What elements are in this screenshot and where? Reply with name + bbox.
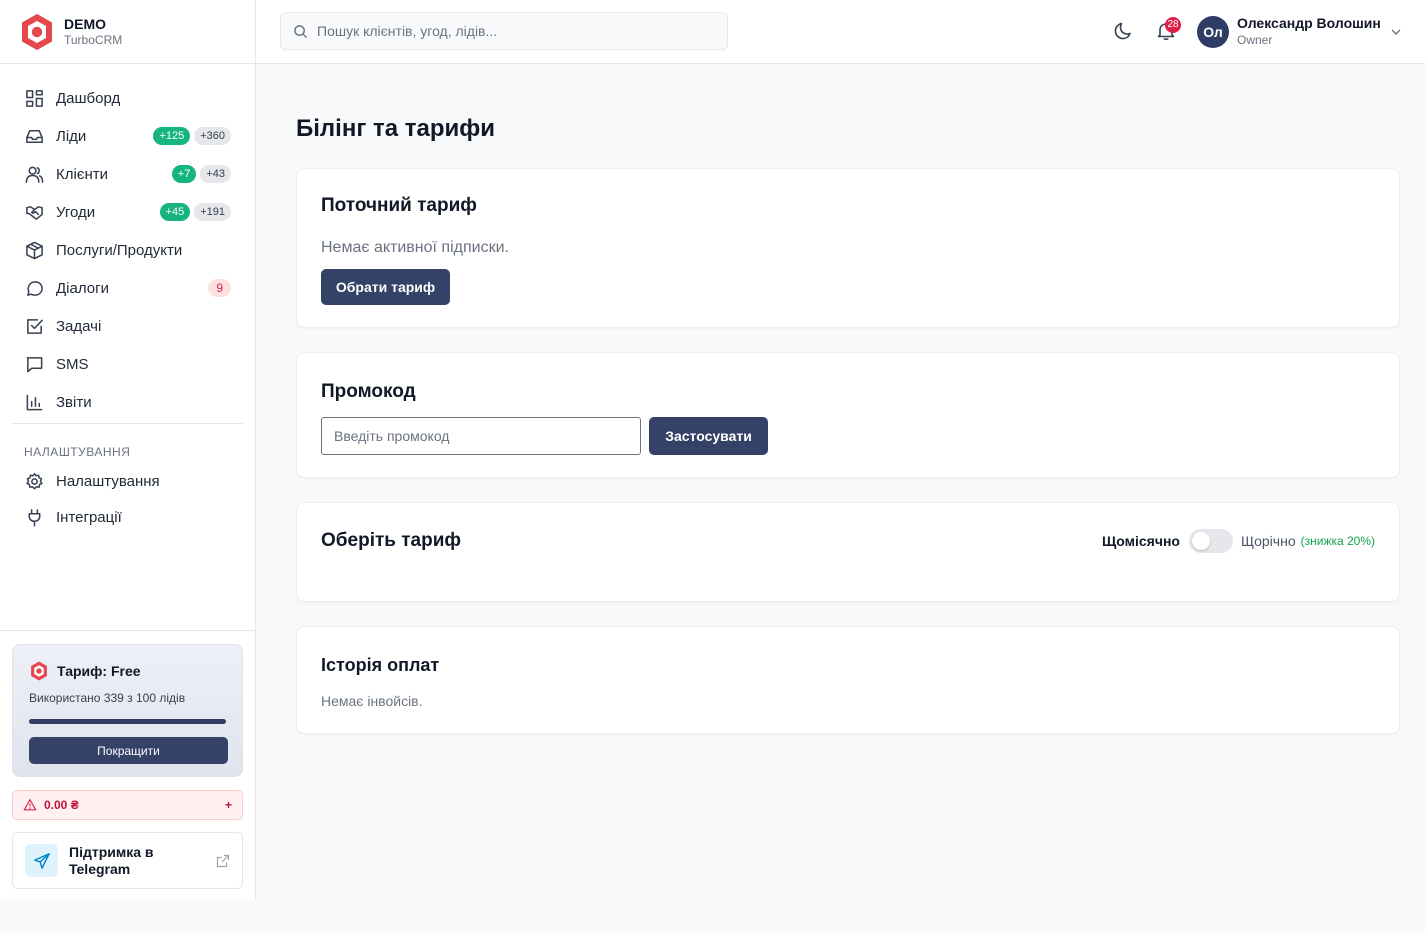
choose-plan-button[interactable]: Обрати тариф xyxy=(321,269,450,305)
sidebar-item-label: Діалоги xyxy=(56,279,109,297)
user-role: Owner xyxy=(1237,33,1273,47)
checkbox-icon xyxy=(24,316,44,336)
monthly-label: Щомісячно xyxy=(1102,533,1180,549)
yearly-discount-label: (знижка 20%) xyxy=(1300,534,1375,548)
user-name[interactable]: Олександр Волошин xyxy=(1237,15,1381,31)
search-icon xyxy=(294,24,308,38)
total-count-badge: +191 xyxy=(194,203,231,221)
sidebar-item-label: Інтеграції xyxy=(56,508,122,526)
support-label: Підтримка в Telegram xyxy=(69,843,154,877)
sidebar-item-label: Клієнти xyxy=(56,165,109,183)
sidebar-item-label: Дашборд xyxy=(56,89,121,107)
users-icon xyxy=(24,164,44,184)
sidebar-item-label: Задачі xyxy=(56,317,102,335)
balance-badge[interactable]: 0.00 ₴ + xyxy=(12,790,243,820)
brand-sub: TurboCRM xyxy=(64,32,123,47)
choose-plan-card: Оберіть тариф Щомісячно Щорічно (знижка … xyxy=(296,502,1400,602)
sidebar-item-integrations[interactable]: Інтеграції xyxy=(0,499,255,535)
sidebar-item-dialogs[interactable]: Діалоги 9 xyxy=(0,269,255,307)
payment-history-title: Історія оплат xyxy=(321,655,440,675)
chat-icon xyxy=(24,278,44,298)
avatar[interactable]: Ол xyxy=(1197,16,1229,48)
inbox-icon xyxy=(24,126,44,146)
sidebar-footer: Тариф: Free Використано 339 з 100 лідів … xyxy=(0,630,255,900)
logo-icon xyxy=(22,13,52,50)
moon-icon[interactable] xyxy=(1113,21,1133,41)
sidebar-item-deals[interactable]: Угоди +45 +191 xyxy=(0,193,255,231)
box-icon xyxy=(24,240,44,260)
telegram-icon xyxy=(25,844,58,877)
new-count-badge: +45 xyxy=(159,203,191,221)
brand[interactable]: DEMO TurboCRM xyxy=(0,0,255,64)
plan-usage-bar xyxy=(29,719,226,724)
sidebar-item-label: Угоди xyxy=(56,203,96,221)
plan-usage-bar-fill xyxy=(29,719,226,724)
settings-section-title: НАЛАШТУВАННЯ xyxy=(24,445,131,459)
sidebar-item-dashboard[interactable]: Дашборд xyxy=(0,79,255,117)
handshake-icon xyxy=(24,202,44,222)
plan-title: Тариф: Free xyxy=(57,663,141,679)
no-invoices-text: Немає інвойсів. xyxy=(321,693,423,709)
no-subscription-text: Немає активної підписки. xyxy=(321,239,509,256)
current-plan-title: Поточний тариф xyxy=(321,195,477,216)
switch-knob xyxy=(1191,532,1210,550)
sidebar-item-sms[interactable]: SMS xyxy=(0,345,255,383)
total-count-badge: +43 xyxy=(200,165,231,183)
chevron-down-icon[interactable] xyxy=(1389,25,1403,39)
new-count-badge: +7 xyxy=(171,165,197,183)
sidebar-item-leads[interactable]: Ліди +125 +360 xyxy=(0,117,255,155)
sidebar-item-products[interactable]: Послуги/Продукти xyxy=(0,231,255,269)
total-count-badge: +360 xyxy=(194,127,231,145)
search-box[interactable] xyxy=(280,12,728,50)
gear-icon xyxy=(24,471,44,491)
promo-title: Промокод xyxy=(321,381,416,402)
balance-amount: 0.00 ₴ xyxy=(44,798,79,812)
choose-plan-title: Оберіть тариф xyxy=(321,530,462,551)
promo-code-input[interactable] xyxy=(321,417,641,455)
promo-card: Промокод Застосувати xyxy=(296,352,1400,478)
plug-icon xyxy=(24,507,44,527)
bar-chart-icon xyxy=(24,392,44,412)
sidebar-item-clients[interactable]: Клієнти +7 +43 xyxy=(0,155,255,193)
plan-usage: Використано 339 з 100 лідів xyxy=(29,691,186,705)
sidebar: DEMO TurboCRM Дашборд Ліди +125 +360 Кліє… xyxy=(0,0,256,900)
page-title: Білінг та тарифи xyxy=(296,115,496,142)
sidebar-item-settings[interactable]: Налаштування xyxy=(0,463,255,499)
logo-icon xyxy=(31,661,47,681)
yearly-label: Щорічно xyxy=(1240,533,1296,549)
payment-history-card: Історія оплат Немає інвойсів. xyxy=(296,626,1400,734)
main-nav: Дашборд Ліди +125 +360 Клієнти +7 +43 Угод… xyxy=(0,64,255,535)
brand-name: DEMO xyxy=(64,15,106,32)
plan-card: Тариф: Free Використано 339 з 100 лідів … xyxy=(12,644,243,777)
sidebar-item-label: Ліди xyxy=(56,127,87,145)
sidebar-item-label: SMS xyxy=(56,355,89,373)
billing-period-toggle: Щомісячно Щорічно (знижка 20%) xyxy=(1102,529,1375,553)
sidebar-item-label: Налаштування xyxy=(56,472,160,490)
top-header: 28 Ол Олександр Волошин Owner xyxy=(256,0,1425,64)
unread-count-badge: 9 xyxy=(208,279,231,297)
sidebar-item-label: Послуги/Продукти xyxy=(56,241,183,259)
dashboard-icon xyxy=(24,88,44,108)
current-plan-card: Поточний тариф Немає активної підписки. … xyxy=(296,168,1400,328)
billing-period-switch[interactable] xyxy=(1188,529,1233,553)
apply-promo-button[interactable]: Застосувати xyxy=(649,417,768,455)
message-icon xyxy=(24,354,44,374)
warning-icon xyxy=(23,798,37,811)
top-up-button[interactable]: + xyxy=(225,798,232,812)
sidebar-item-tasks[interactable]: Задачі xyxy=(0,307,255,345)
notification-count-badge: 28 xyxy=(1165,17,1181,33)
external-link-icon xyxy=(216,854,230,867)
sidebar-item-label: Звіти xyxy=(56,393,92,411)
new-count-badge: +125 xyxy=(153,127,191,145)
sidebar-item-reports[interactable]: Звіти xyxy=(0,383,255,421)
upgrade-button[interactable]: Покращити xyxy=(29,737,228,764)
search-input[interactable] xyxy=(317,23,717,39)
telegram-support-link[interactable]: Підтримка в Telegram xyxy=(12,832,243,889)
